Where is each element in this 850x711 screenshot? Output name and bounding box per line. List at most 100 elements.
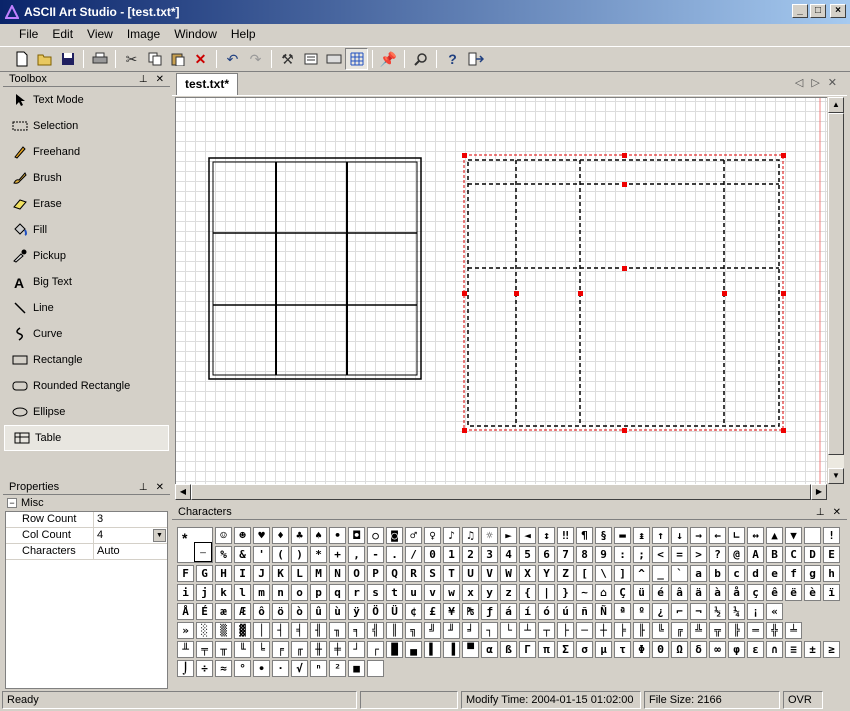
character-cell[interactable]: e xyxy=(766,565,783,582)
character-cell[interactable]: ó xyxy=(538,603,555,620)
horizontal-scrollbar[interactable]: ◀ ▶ xyxy=(175,484,827,500)
tool-table[interactable]: Table xyxy=(4,425,169,451)
character-cell[interactable]: ╙ xyxy=(234,641,251,658)
character-cell[interactable]: ☼ xyxy=(481,527,498,544)
tool-curve[interactable]: Curve xyxy=(3,321,170,347)
character-cell[interactable]: ë xyxy=(785,584,802,601)
property-characters[interactable]: Characters Auto xyxy=(6,544,167,560)
character-cell[interactable]: f xyxy=(785,565,802,582)
character-cell[interactable]: v xyxy=(424,584,441,601)
character-cell[interactable]: ┼ xyxy=(595,622,612,639)
character-cell[interactable] xyxy=(367,660,384,677)
character-cell[interactable]: H xyxy=(215,565,232,582)
character-cell[interactable]: ╥ xyxy=(215,641,232,658)
character-cell[interactable]: ~ xyxy=(576,584,593,601)
character-cell[interactable]: ╗ xyxy=(405,622,422,639)
character-cell[interactable]: ç xyxy=(747,584,764,601)
character-cell[interactable]: á xyxy=(500,603,517,620)
tool-ellipse[interactable]: Ellipse xyxy=(3,399,170,425)
character-cell[interactable]: Ñ xyxy=(595,603,612,620)
scroll-up-icon[interactable]: ▲ xyxy=(828,97,844,113)
character-cell[interactable]: O xyxy=(348,565,365,582)
character-cell[interactable]: t xyxy=(386,584,403,601)
property-category[interactable]: − Misc xyxy=(3,495,170,511)
character-cell[interactable]: ¡ xyxy=(747,603,764,620)
close-icon[interactable]: ✕ xyxy=(828,76,837,89)
character-cell[interactable]: * xyxy=(310,546,327,563)
character-cell[interactable]: ≈ xyxy=(215,660,232,677)
character-cell[interactable]: ∩ xyxy=(766,641,783,658)
character-cell[interactable]: ê xyxy=(766,584,783,601)
character-cell[interactable]: U xyxy=(462,565,479,582)
redo-icon[interactable]: ↷ xyxy=(244,48,267,70)
character-cell[interactable]: ñ xyxy=(576,603,593,620)
vertical-scrollbar[interactable]: ▲ ▼ xyxy=(828,97,844,484)
character-cell[interactable]: [ xyxy=(576,565,593,582)
character-cell[interactable]: ╠ xyxy=(728,622,745,639)
document-tab[interactable]: test.txt* xyxy=(176,73,239,95)
character-cell[interactable]: T xyxy=(443,565,460,582)
character-cell[interactable]: , xyxy=(348,546,365,563)
character-cell[interactable]: Q xyxy=(386,565,403,582)
character-cell[interactable]: ↓ xyxy=(671,527,688,544)
character-cell[interactable]: K xyxy=(272,565,289,582)
character-cell[interactable]: ╩ xyxy=(690,622,707,639)
character-cell[interactable]: ¶ xyxy=(576,527,593,544)
pin-icon[interactable]: 📌 xyxy=(377,48,400,70)
character-cell[interactable]: ù xyxy=(329,603,346,620)
tool-selection[interactable]: Selection xyxy=(3,113,170,139)
character-cell[interactable]: α xyxy=(481,641,498,658)
character-cell[interactable]: a xyxy=(690,565,707,582)
character-cell[interactable]: F xyxy=(177,565,194,582)
character-cell[interactable]: 0 xyxy=(424,546,441,563)
character-cell[interactable]: ╧ xyxy=(785,622,802,639)
character-cell[interactable]: ╝ xyxy=(424,622,441,639)
character-cell[interactable]: ╢ xyxy=(310,622,327,639)
character-cell[interactable]: w xyxy=(443,584,460,601)
collapse-icon[interactable]: − xyxy=(7,498,17,508)
character-cell[interactable]: C xyxy=(785,546,802,563)
character-cell[interactable]: ╟ xyxy=(633,622,650,639)
character-cell[interactable]: ├ xyxy=(557,622,574,639)
character-cell[interactable]: 5 xyxy=(519,546,536,563)
character-cell[interactable]: ▌ xyxy=(424,641,441,658)
character-cell[interactable]: ä xyxy=(690,584,707,601)
character-cell[interactable]: Θ xyxy=(652,641,669,658)
character-cell[interactable]: Σ xyxy=(557,641,574,658)
character-cell[interactable]: ╫ xyxy=(310,641,327,658)
character-cell[interactable]: { xyxy=(519,584,536,601)
scroll-right-icon[interactable]: ▷ xyxy=(811,76,819,89)
tool-text-mode[interactable]: Text Mode xyxy=(3,87,170,113)
character-cell[interactable]: ¥ xyxy=(443,603,460,620)
drawing-canvas[interactable] xyxy=(175,97,827,484)
character-cell[interactable]: n xyxy=(272,584,289,601)
character-cell[interactable]: I xyxy=(234,565,251,582)
character-cell[interactable]: ▐ xyxy=(443,641,460,658)
character-cell[interactable]: ¬ xyxy=(690,603,707,620)
menu-view[interactable]: View xyxy=(80,25,120,43)
character-cell[interactable]: A xyxy=(747,546,764,563)
exit-icon[interactable] xyxy=(464,48,487,70)
character-cell[interactable]: ☻ xyxy=(234,527,251,544)
character-cell[interactable]: L xyxy=(291,565,308,582)
character-cell[interactable]: Ç xyxy=(614,584,631,601)
character-cell[interactable]: o xyxy=(291,584,308,601)
character-cell[interactable]: Ü xyxy=(386,603,403,620)
character-cell[interactable]: k xyxy=(215,584,232,601)
character-cell[interactable]: < xyxy=(652,546,669,563)
character-cell[interactable]: £ xyxy=(424,603,441,620)
character-cell[interactable]: G xyxy=(196,565,213,582)
character-cell[interactable]: 2 xyxy=(462,546,479,563)
character-cell[interactable]: ► xyxy=(500,527,517,544)
character-cell[interactable]: ♦ xyxy=(272,527,289,544)
close-button[interactable]: × xyxy=(830,4,846,18)
tools-icon[interactable]: ⚒ xyxy=(276,48,299,70)
grid-icon[interactable] xyxy=(345,48,368,70)
open-icon[interactable] xyxy=(33,48,56,70)
character-cell[interactable]: τ xyxy=(614,641,631,658)
character-cell[interactable]: > xyxy=(690,546,707,563)
maximize-button[interactable]: □ xyxy=(810,4,826,18)
character-cell[interactable]: ª xyxy=(614,603,631,620)
character-cell[interactable]: « xyxy=(766,603,783,620)
character-cell[interactable]: ! xyxy=(823,527,840,544)
